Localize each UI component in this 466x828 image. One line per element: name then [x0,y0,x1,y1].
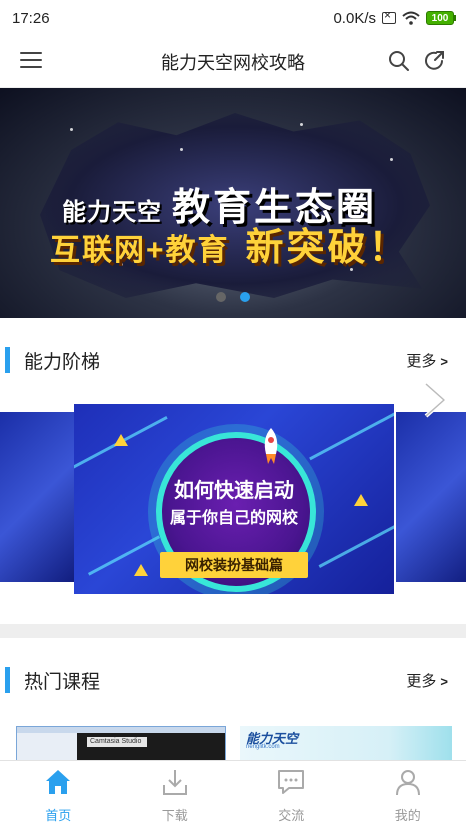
hamburger-menu-icon[interactable] [20,52,42,70]
section-header-ladder: 能力阶梯 更多 > [0,338,466,382]
status-icons: 0.0K/s 100 [333,8,456,27]
more-link[interactable]: 更多 > [406,350,448,371]
chevron-right-icon: > [440,353,448,369]
tab-label: 交流 [278,808,305,823]
section-title: 能力阶梯 [24,351,101,373]
network-speed: 0.0K/s [333,9,376,27]
banner-highlight: 新突破！ [245,227,410,269]
card-title: 如何快速启动 [174,480,294,502]
status-bar: 17:26 0.0K/s 100 [0,0,466,36]
section-accent-bar [5,667,10,693]
battery-level: 100 [426,11,454,25]
chat-icon [278,770,305,794]
pagination-dot-active[interactable] [240,292,250,302]
tab-profile[interactable]: 我的 [350,761,466,828]
thumbnail-caption: Camtasia Studio [87,737,147,747]
chevron-right-icon: > [440,673,448,689]
profile-icon [395,770,420,796]
download-icon [162,770,187,795]
course-thumbnail[interactable]: 能力天空 nenglitk.com [240,726,452,762]
home-icon [46,770,71,794]
tab-chat[interactable]: 交流 [233,761,350,828]
wifi-icon [402,11,420,25]
no-sim-icon [382,8,396,24]
carousel-card-prev[interactable] [0,412,80,582]
section-header-hot: 热门课程 更多 > [0,658,466,702]
carousel-card-current[interactable]: 如何快速启动 属于你自己的网校 网校装扮基础篇 [74,404,394,594]
carousel-card-next[interactable] [396,412,466,582]
card-ribbon: 网校装扮基础篇 [160,552,308,578]
section-title: 热门课程 [24,671,101,693]
app-bar: 能力天空网校攻略 [0,36,466,88]
battery-icon: 100 [426,11,456,25]
section-accent-bar [5,347,10,373]
hero-banner[interactable]: 能力天空 教育生态圈 互联网+教育 新突破！ [0,88,466,318]
section-divider [0,624,466,638]
tab-home[interactable]: 首页 [0,761,117,828]
more-label: 更多 [406,352,437,370]
share-icon[interactable] [424,50,446,72]
tab-download[interactable]: 下载 [117,761,234,828]
thumbnail-caption: nenglitk.com [246,744,280,750]
card-subtitle: 属于你自己的网校 [169,510,298,527]
ladder-carousel[interactable]: 如何快速启动 属于你自己的网校 网校装扮基础篇 [0,386,466,606]
more-link[interactable]: 更多 > [406,670,448,691]
bottom-tab-bar: 首页 下载 交流 我的 [0,760,466,828]
course-list: Camtasia Studio 能力天空 nenglitk.com [0,722,466,762]
banner-subslogan: 互联网+教育 [50,234,230,267]
banner-pagination [216,292,250,302]
course-thumbnail[interactable]: Camtasia Studio [16,726,226,762]
search-icon[interactable] [388,50,410,72]
chevron-right-icon[interactable] [414,380,454,420]
status-time: 17:26 [12,9,50,27]
rocket-icon [264,428,278,464]
tab-label: 我的 [394,808,421,823]
tab-label: 下载 [161,808,188,823]
page-title: 能力天空网校攻略 [161,52,305,73]
pagination-dot[interactable] [216,292,226,302]
more-label: 更多 [406,672,437,690]
tab-label: 首页 [45,808,72,823]
